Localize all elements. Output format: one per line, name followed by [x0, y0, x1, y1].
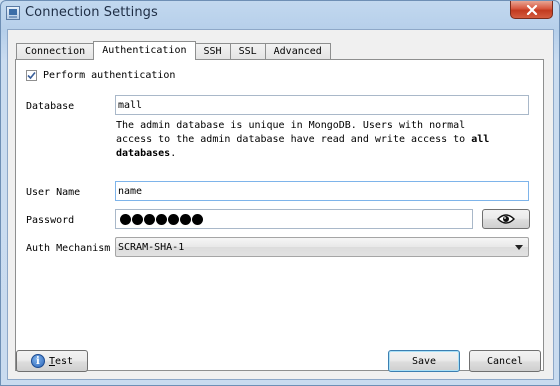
auth-mechanism-value: SCRAM-SHA-1: [118, 241, 185, 253]
database-input[interactable]: mall: [115, 95, 529, 115]
database-value: mall: [118, 99, 143, 111]
password-dot: [192, 213, 203, 225]
password-label: Password: [26, 215, 75, 226]
username-label: User Name: [26, 187, 81, 198]
show-password-button[interactable]: [482, 209, 530, 229]
perform-auth-label: Perform authentication: [43, 70, 176, 81]
password-dot: [132, 213, 143, 225]
dialog-body: Connection Authentication SSH SSL Advanc…: [7, 29, 554, 380]
cancel-button[interactable]: Cancel: [469, 350, 541, 372]
tab-ssh[interactable]: SSH: [194, 43, 231, 60]
window-title: Connection Settings: [25, 5, 158, 20]
app-window-icon: [6, 6, 20, 20]
help-text-main: The admin database is unique in MongoDB.…: [116, 120, 472, 145]
chevron-down-icon: [515, 245, 523, 250]
save-button[interactable]: Save: [388, 350, 460, 372]
password-dot: [168, 213, 179, 225]
test-button[interactable]: i Test: [16, 350, 88, 372]
close-button[interactable]: [510, 1, 553, 19]
password-dot: [180, 213, 191, 225]
username-input[interactable]: name: [115, 181, 529, 201]
password-mask: [120, 213, 203, 225]
database-label: Database: [26, 101, 75, 112]
database-help-text: The admin database is unique in MongoDB.…: [116, 119, 506, 161]
title-bar[interactable]: Connection Settings: [1, 1, 559, 27]
tab-connection[interactable]: Connection: [16, 43, 95, 60]
save-button-label: Save: [411, 355, 437, 367]
test-button-label: Test: [48, 355, 74, 367]
tab-advanced[interactable]: Advanced: [264, 43, 331, 60]
password-input[interactable]: [115, 209, 473, 229]
password-dot: [120, 213, 131, 225]
eye-icon: [497, 214, 515, 224]
perform-auth-row[interactable]: Perform authentication: [26, 70, 175, 81]
tab-ssl[interactable]: SSL: [229, 43, 266, 60]
tab-strip: Connection Authentication SSH SSL Advanc…: [16, 41, 331, 60]
password-dot: [156, 213, 167, 225]
connection-settings-window: Connection Settings Connection Authentic…: [0, 0, 560, 386]
password-dot: [144, 213, 155, 225]
tab-authentication[interactable]: Authentication: [93, 41, 196, 60]
help-text-end: .: [170, 148, 177, 159]
auth-mechanism-label: Auth Mechanism: [26, 243, 111, 254]
auth-mechanism-select[interactable]: SCRAM-SHA-1: [115, 237, 529, 257]
authentication-panel: Perform authentication Database mall The…: [15, 59, 544, 371]
username-value: name: [118, 185, 143, 197]
info-icon: i: [30, 354, 45, 368]
checkmark-icon: [27, 71, 36, 80]
cancel-button-label: Cancel: [486, 355, 524, 367]
close-icon: [526, 4, 537, 15]
perform-auth-checkbox[interactable]: [26, 70, 37, 81]
